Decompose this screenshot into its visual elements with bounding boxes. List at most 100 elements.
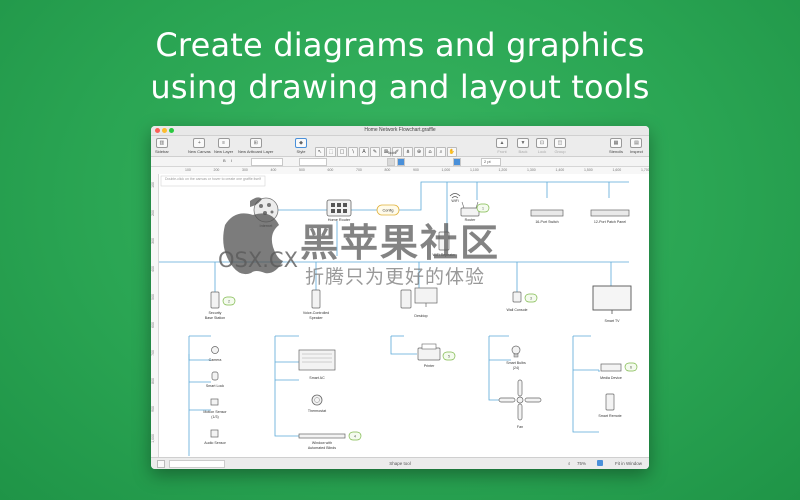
ruler-tick: 1,300 (527, 168, 536, 172)
ruler-tick: 400 (270, 168, 277, 172)
printer-label: Printer (424, 364, 435, 368)
lock-button[interactable]: ⊡ Lock (536, 138, 548, 154)
ruler-tick: 200 (213, 168, 220, 172)
fan-label: Fan (517, 425, 523, 429)
zoom-stepper-icon[interactable] (597, 460, 603, 466)
new-layer-label: New Layer (214, 149, 234, 154)
magnet-tool-icon[interactable]: ⋔ (403, 147, 413, 157)
shape-tool-icon[interactable]: □ (337, 147, 347, 157)
patch-panel-label: 12-Port Patch Panel (594, 220, 626, 224)
stencils-icon: ▦ (610, 138, 622, 148)
italic-icon[interactable]: I (231, 158, 232, 163)
camera-label: Camera (209, 358, 222, 362)
rubber-stamp-icon[interactable]: ⌂ (425, 147, 435, 157)
smart-bulb-icon (511, 345, 521, 355)
vruler-tick: 300 (151, 238, 155, 244)
group-icon: ◫ (554, 138, 566, 148)
fill-color-well[interactable] (387, 158, 395, 166)
group-button[interactable]: ◫ Group (554, 138, 566, 154)
vruler-tick: 900 (151, 406, 155, 412)
format-bar: B I 2 pt (151, 157, 649, 167)
status-bar: Shape tool ⌕ 75% Fit in Window (151, 457, 649, 469)
headline-line-2: using drawing and layout tools (150, 68, 650, 106)
inspect-button[interactable]: ▤ Inspect (630, 138, 643, 154)
bold-icon[interactable]: B (223, 158, 226, 163)
app-window: Home Network Flowchart.graffle ▥ Sidebar … (151, 126, 649, 469)
select-tool-icon[interactable]: ⬚ (326, 147, 336, 157)
vruler-tick: 400 (151, 266, 155, 272)
stamp-tool-icon[interactable]: ⊕ (414, 147, 424, 157)
line-style-selector[interactable] (453, 158, 461, 166)
badge-3-text: 3 (530, 297, 532, 301)
new-layer-button[interactable]: ≡ New Layer (214, 138, 233, 154)
wifi-label: WiFi (451, 199, 458, 203)
voice-label-2: Speaker (309, 316, 323, 320)
motion-sensor-label-2: (1/3) (211, 415, 218, 419)
camera-icon (211, 346, 219, 354)
back-label: Back (518, 149, 528, 154)
new-canvas-button[interactable]: + New Canvas (188, 138, 211, 154)
stroke-width-field[interactable]: 2 pt (481, 158, 501, 166)
new-artboard-layer-label: New Artboard Layer (238, 149, 274, 154)
style-icon: ◆ (295, 138, 307, 148)
badge-6-text: 6 (630, 366, 632, 370)
font-size-field[interactable] (299, 158, 327, 166)
badge-4-text: 4 (354, 435, 356, 439)
front-button[interactable]: ▲ Front (496, 138, 508, 154)
pointer-tool-icon[interactable]: ↖ (315, 147, 325, 157)
magnifier-tool-icon[interactable]: ⌕ (436, 147, 446, 157)
zoom-level[interactable]: 75% (577, 461, 586, 466)
ruler-tick: 1,600 (612, 168, 622, 172)
line-tool-icon[interactable]: ∖ (348, 147, 358, 157)
ruler-tick: 1,200 (498, 168, 508, 172)
front-label: Front (497, 149, 507, 154)
ruler-tick: 800 (384, 168, 391, 172)
lock-label: Lock (537, 149, 547, 154)
media-device-label: Media Device (600, 376, 622, 380)
vruler-tick: 600 (151, 322, 155, 328)
font-field[interactable] (251, 158, 283, 166)
style-button[interactable]: ◆ Style (295, 138, 307, 154)
voice-speaker-icon (311, 289, 321, 309)
fan-icon (498, 379, 542, 421)
smart-lock-icon (211, 371, 219, 381)
thermostat-icon (311, 394, 323, 406)
smart-lock-label: Smart Lock (206, 384, 224, 388)
desktop-label: Desktop (414, 314, 427, 318)
desktop-monitor-icon (414, 287, 438, 304)
sidebar-button[interactable]: ▥ Sidebar (155, 138, 169, 154)
back-button[interactable]: ▼ Back (517, 138, 529, 154)
new-artboard-layer-button[interactable]: ⊞ New Artboard Layer (238, 138, 273, 154)
ruler-tick: 1,100 (470, 168, 479, 172)
tools-label: Tools (387, 150, 397, 155)
stencils-button[interactable]: ▦ Stencils (609, 138, 623, 154)
smart-tv-label: Smart TV (604, 319, 620, 323)
text-tool-icon[interactable]: A (359, 147, 369, 157)
smart-ac-icon (298, 349, 336, 371)
ruler-tick: 100 (185, 168, 191, 172)
note-text: Double-click on the canvas or hover to c… (165, 177, 261, 181)
sidebar-label: Sidebar (155, 149, 169, 154)
stroke-color-well[interactable] (397, 158, 405, 166)
security-label-2: Base Station (205, 316, 225, 320)
patch-panel-icon (590, 209, 630, 217)
pen-tool-icon[interactable]: ✎ (370, 147, 380, 157)
sidebar-icon: ▥ (155, 138, 168, 148)
front-icon: ▲ (496, 138, 508, 148)
fit-in-window-button[interactable]: Fit in Window (615, 461, 642, 466)
hand-tool-icon[interactable]: ✋ (447, 147, 457, 157)
tool-palette: ↖ ⬚ □ ∖ A ✎ ⊠ ✐ ⋔ ⊕ ⌂ ⌕ ✋ (315, 138, 458, 157)
layer-icon: ≡ (217, 138, 230, 148)
motion-sensor-label-1: Motion Sensor (203, 410, 227, 414)
ruler-tick: 1,400 (555, 168, 565, 172)
wall-console-label: Wall Console (506, 308, 527, 312)
wall-console-icon (512, 291, 522, 303)
magnifier-icon: ⌕ (568, 461, 571, 466)
media-device-icon (600, 363, 622, 372)
title-bar: Home Network Flowchart.graffle (151, 126, 649, 136)
watermark-subtitle: 折腾只为更好的体验 (305, 266, 486, 288)
headline-line-1: Create diagrams and graphics (155, 26, 645, 64)
vruler-tick: 800 (151, 378, 155, 384)
smart-remote-label: Smart Remote (598, 414, 621, 418)
inspect-label: Inspect (630, 149, 643, 154)
